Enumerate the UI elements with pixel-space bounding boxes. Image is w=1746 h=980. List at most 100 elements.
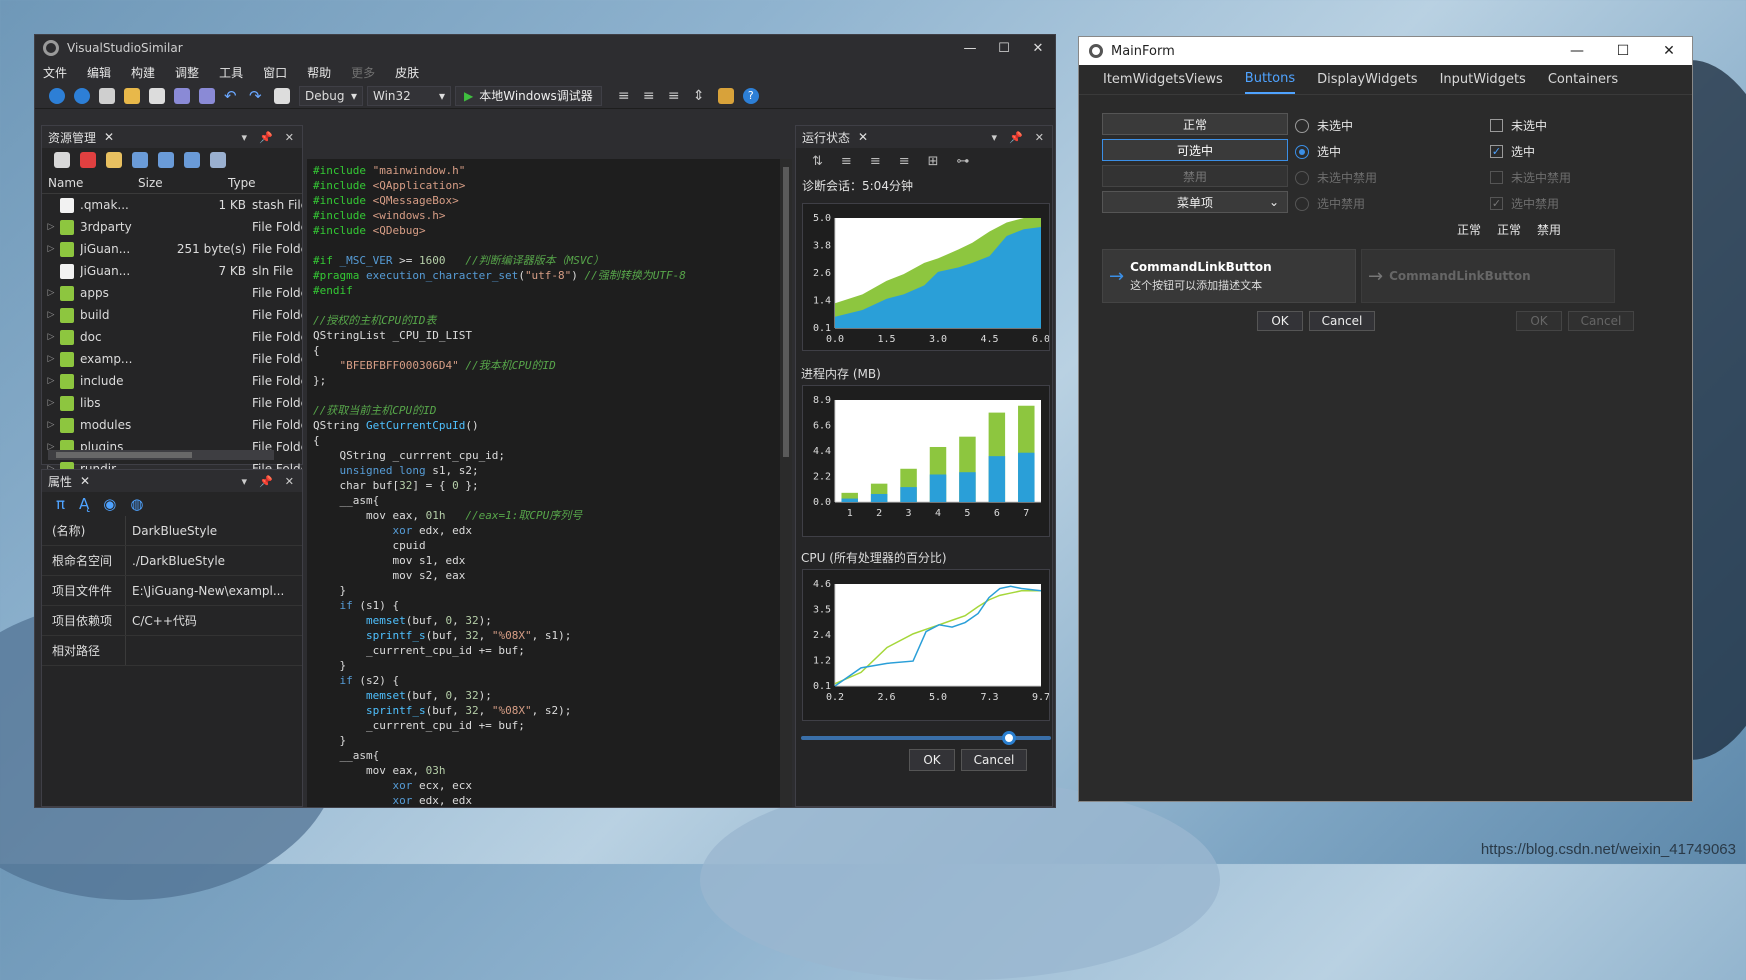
tool-button-normal[interactable]: 正常 [1457, 221, 1481, 238]
config-select[interactable]: Debug ▾ [299, 85, 363, 106]
undo-icon[interactable]: ↶ [224, 88, 240, 104]
file-icon[interactable] [149, 87, 165, 104]
platform-select[interactable]: Win32 ▾ [367, 85, 451, 106]
redo-icon[interactable]: ↷ [249, 88, 265, 104]
tool-button-normal-2[interactable]: 正常 [1497, 221, 1521, 238]
dropdown-icon[interactable]: ▾ [242, 131, 248, 144]
expand-arrow-icon[interactable]: ▷ [42, 376, 60, 386]
editor-scrollbar[interactable] [780, 159, 792, 807]
command-link-button[interactable]: → CommandLinkButton 这个按钮可以添加描述文本 [1102, 249, 1356, 303]
branch-icon[interactable]: ⊶ [957, 154, 970, 169]
pin-icon[interactable]: 📌 [259, 475, 273, 488]
maximize-icon[interactable]: ☐ [987, 41, 1021, 56]
checklist-icon[interactable] [80, 152, 96, 168]
close-icon[interactable]: ✕ [285, 475, 294, 488]
minimize-icon[interactable]: — [953, 41, 987, 56]
forward-icon[interactable] [74, 87, 90, 104]
radio-checked[interactable]: 选中 [1295, 143, 1341, 160]
expand-arrow-icon[interactable]: ▷ [42, 420, 60, 430]
dropdown-icon[interactable]: ▾ [242, 475, 248, 488]
tree-row[interactable]: ▷ examp... File Folde [42, 348, 302, 370]
pin-icon[interactable]: 📌 [1009, 131, 1023, 144]
menu-build[interactable]: 构建 [131, 64, 155, 81]
ok-button[interactable]: OK [909, 749, 955, 771]
ok-button[interactable]: OK [1257, 311, 1303, 331]
sort-az-icon[interactable]: ⇅ [812, 154, 823, 169]
property-row[interactable]: (名称) DarkBlueStyle [42, 516, 302, 546]
tab-input-widgets[interactable]: InputWidgets [1440, 66, 1526, 93]
tree-row[interactable]: ▷ doc File Folde [42, 326, 302, 348]
sort-icon[interactable]: Ą [79, 495, 89, 513]
back-icon[interactable] [49, 87, 65, 104]
chart-icon[interactable] [717, 87, 734, 104]
align-right-icon[interactable]: ≡ [899, 154, 910, 169]
checkbox-checked[interactable]: ✓ 选中 [1490, 143, 1535, 160]
help-icon[interactable]: ? [742, 87, 759, 104]
minimize-icon[interactable]: — [1554, 43, 1600, 59]
align-center-icon[interactable]: ≡ [870, 154, 881, 169]
paste-icon[interactable] [106, 152, 122, 168]
tree-row[interactable]: ▷ apps File Folde [42, 282, 302, 304]
menu-window[interactable]: 窗口 [263, 64, 287, 81]
menu-tools[interactable]: 工具 [219, 64, 243, 81]
cancel-button[interactable]: Cancel [961, 749, 1027, 771]
tab-containers[interactable]: Containers [1548, 66, 1618, 93]
expand-arrow-icon[interactable]: ▷ [42, 332, 60, 342]
tree-row[interactable]: ▷ build File Folde [42, 304, 302, 326]
expand-arrow-icon[interactable]: ▷ [42, 288, 60, 298]
binoculars-icon[interactable] [184, 152, 200, 168]
find-icon[interactable] [274, 87, 290, 104]
tree-row[interactable]: ▷ include File Folde [42, 370, 302, 392]
col-name-header[interactable]: Name [42, 176, 138, 190]
tab-buttons[interactable]: Buttons [1244, 65, 1296, 94]
expand-arrow-icon[interactable]: ▷ [42, 398, 60, 408]
property-row[interactable]: 根命名空间 ./DarkBlueStyle [42, 546, 302, 576]
save-icon[interactable] [174, 87, 190, 104]
close-icon[interactable]: ✕ [285, 131, 294, 144]
align-justify-icon[interactable]: ⇕ [693, 88, 709, 104]
close-icon[interactable]: ✕ [80, 474, 90, 488]
lock-icon[interactable] [158, 152, 174, 168]
close-icon[interactable]: ✕ [858, 130, 868, 144]
menu-skin[interactable]: 皮肤 [395, 64, 419, 81]
tab-item-widgets-views[interactable]: ItemWidgetsViews [1103, 66, 1223, 93]
new-file-icon[interactable] [99, 87, 115, 104]
tree-row[interactable]: .qmak... 1 KB stash File [42, 194, 302, 216]
slider-handle[interactable] [1001, 731, 1016, 745]
scrollbar-thumb[interactable] [56, 452, 192, 458]
tree-icon[interactable]: ⊞ [928, 154, 939, 169]
align-center-icon[interactable]: ≡ [668, 88, 684, 104]
menu-edit[interactable]: 编辑 [87, 64, 111, 81]
align-left-icon[interactable]: ≡ [618, 88, 634, 104]
run-debugger-button[interactable]: ▶ 本地Windows调试器 [455, 85, 602, 106]
clean-icon[interactable] [54, 152, 70, 168]
align-left-icon[interactable]: ≡ [841, 154, 852, 169]
tree-row[interactable]: ▷ libs File Folde [42, 392, 302, 414]
tree-row[interactable]: JiGuan... 7 KB sln File [42, 260, 302, 282]
scrollbar-thumb[interactable] [783, 167, 789, 457]
tab-display-widgets[interactable]: DisplayWidgets [1317, 66, 1417, 93]
property-row[interactable]: 项目文件件 E:\JiGuang-New\exampl... [42, 576, 302, 606]
checkable-push-button[interactable]: 可选中 [1102, 139, 1288, 161]
checkbox-unchecked[interactable]: 未选中 [1490, 117, 1547, 134]
tree-row[interactable]: ▷ modules File Folde [42, 414, 302, 436]
expand-arrow-icon[interactable]: ▷ [42, 310, 60, 320]
close-icon[interactable]: ✕ [104, 130, 114, 144]
expand-arrow-icon[interactable]: ▷ [42, 354, 60, 364]
expand-arrow-icon[interactable]: ▷ [42, 222, 60, 232]
horizontal-scrollbar[interactable] [48, 450, 274, 460]
chart-icon[interactable] [132, 152, 148, 168]
open-folder-icon[interactable] [124, 87, 140, 104]
menu-file[interactable]: 文件 [43, 64, 67, 81]
property-row[interactable]: 项目依赖项 C/C++代码 [42, 606, 302, 636]
close-icon[interactable]: ✕ [1035, 131, 1044, 144]
tree-row[interactable]: ▷ 3rdparty File Folde [42, 216, 302, 238]
expand-arrow-icon[interactable]: ▷ [42, 244, 60, 254]
pin-icon[interactable]: 📌 [259, 131, 273, 144]
col-size-header[interactable]: Size [138, 176, 228, 190]
code-editor[interactable]: #include "mainwindow.h" #include <QAppli… [307, 159, 780, 807]
pi-icon[interactable]: π [56, 495, 65, 513]
settings-globe-icon[interactable]: ◍ [130, 495, 143, 513]
progress-slider[interactable] [801, 731, 1051, 745]
close-icon[interactable]: ✕ [1021, 41, 1055, 56]
